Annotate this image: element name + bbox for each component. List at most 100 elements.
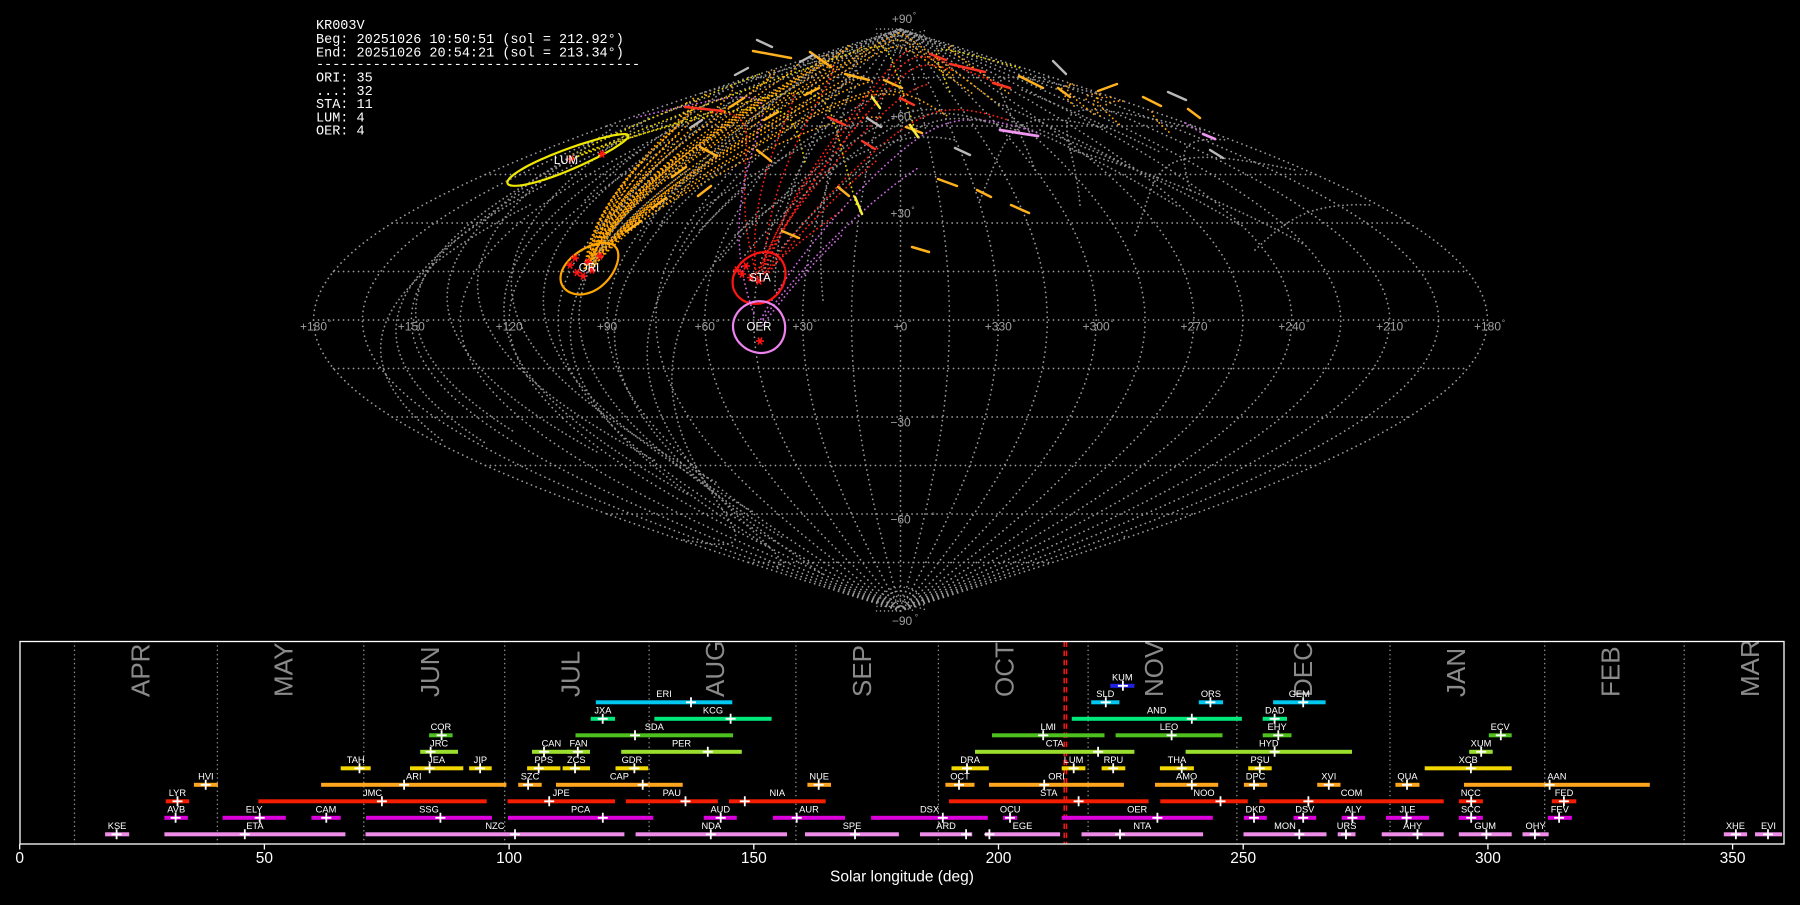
svg-text:MON: MON <box>1274 821 1296 831</box>
svg-text:+180: +180 <box>300 320 327 334</box>
svg-text:OCT: OCT <box>950 772 970 782</box>
svg-text:SSG: SSG <box>419 805 439 815</box>
svg-text:LEO: LEO <box>1160 722 1179 732</box>
svg-text:HYD: HYD <box>1259 739 1279 749</box>
svg-text:−60: −60 <box>890 513 911 527</box>
svg-text:LUM: LUM <box>1064 755 1084 765</box>
svg-text:KUM: KUM <box>1112 673 1133 683</box>
svg-text:EGE: EGE <box>1013 821 1033 831</box>
svg-text:GDR: GDR <box>622 755 643 765</box>
svg-text:COM: COM <box>1341 788 1363 798</box>
svg-text:ARD: ARD <box>936 821 956 831</box>
svg-text:AUD: AUD <box>710 805 730 815</box>
svg-text:JPE: JPE <box>553 788 570 798</box>
svg-text:PCA: PCA <box>571 805 591 815</box>
svg-text:°: ° <box>931 414 934 424</box>
svg-text:ALY: ALY <box>1345 805 1362 815</box>
svg-text:100: 100 <box>496 850 522 867</box>
svg-text:LMI: LMI <box>1040 722 1056 732</box>
svg-text:OCT: OCT <box>989 642 1019 697</box>
svg-text:STA: STA <box>1040 788 1058 798</box>
svg-text:°: ° <box>716 318 719 328</box>
svg-text:+240: +240 <box>1278 320 1305 334</box>
svg-text:+180: +180 <box>1474 320 1501 334</box>
svg-text:°: ° <box>1110 318 1113 328</box>
svg-text:ORI: ORI <box>579 263 599 275</box>
svg-text:250: 250 <box>1230 850 1256 867</box>
svg-text:CAM: CAM <box>316 805 337 815</box>
svg-text:QUA: QUA <box>1397 772 1418 782</box>
svg-text:MAY: MAY <box>268 643 298 697</box>
svg-text:APR: APR <box>126 644 156 697</box>
svg-text:EVI: EVI <box>1761 821 1776 831</box>
svg-text:0: 0 <box>15 850 24 867</box>
svg-text:AVB: AVB <box>167 805 185 815</box>
svg-text:150: 150 <box>741 850 767 867</box>
svg-text:TAH: TAH <box>347 755 365 765</box>
svg-text:JUN: JUN <box>415 646 445 697</box>
svg-text:XCB: XCB <box>1459 755 1478 765</box>
svg-text:MAR: MAR <box>1735 639 1765 697</box>
svg-text:°: ° <box>911 108 914 118</box>
svg-text:+60: +60 <box>890 110 911 124</box>
svg-text:THA: THA <box>1168 755 1187 765</box>
svg-text:JRC: JRC <box>430 739 448 749</box>
svg-text:AND: AND <box>1147 706 1167 716</box>
svg-text:DAD: DAD <box>1265 706 1285 716</box>
svg-text:OER: OER <box>747 322 772 334</box>
svg-text:JUL: JUL <box>556 651 586 697</box>
svg-text:ETA: ETA <box>246 821 264 831</box>
svg-text:°: ° <box>1404 318 1407 328</box>
svg-text:DKD: DKD <box>1245 805 1265 815</box>
svg-text:KR003V: KR003V <box>316 19 366 34</box>
svg-text:NIA: NIA <box>770 788 786 798</box>
svg-text:ARI: ARI <box>406 772 422 782</box>
svg-text:DPC: DPC <box>1246 772 1266 782</box>
svg-text:AAN: AAN <box>1547 772 1566 782</box>
svg-text:DRA: DRA <box>960 755 980 765</box>
svg-text:+300: +300 <box>1083 320 1110 334</box>
svg-text:ERI: ERI <box>656 689 672 699</box>
svg-text:JEA: JEA <box>428 755 446 765</box>
svg-text:+30: +30 <box>793 320 814 334</box>
svg-text:SZC: SZC <box>521 772 540 782</box>
svg-text:DSX: DSX <box>920 805 939 815</box>
svg-text:+120: +120 <box>496 320 523 334</box>
svg-text:OER: 4: OER: 4 <box>316 125 365 140</box>
svg-text:OER: OER <box>1127 805 1147 815</box>
svg-text:SPE: SPE <box>843 821 862 831</box>
svg-text:Solar longitude (deg): Solar longitude (deg) <box>830 869 974 886</box>
svg-text:NUE: NUE <box>809 772 829 782</box>
svg-text:FAN: FAN <box>570 739 588 749</box>
svg-text:SDA: SDA <box>645 722 665 732</box>
svg-text:°: ° <box>1208 318 1211 328</box>
svg-text:NTA: NTA <box>1133 821 1152 831</box>
svg-text:PSU: PSU <box>1250 755 1269 765</box>
svg-text:300: 300 <box>1475 850 1501 867</box>
svg-text:°: ° <box>813 318 816 328</box>
svg-text:°: ° <box>931 511 934 521</box>
svg-text:JIP: JIP <box>474 755 487 765</box>
svg-text:NOO: NOO <box>1193 788 1214 798</box>
svg-text:+60: +60 <box>695 320 716 334</box>
svg-text:OHY: OHY <box>1526 821 1546 831</box>
svg-text:+330: +330 <box>985 320 1012 334</box>
svg-text:HVI: HVI <box>198 772 214 782</box>
svg-text:+270: +270 <box>1180 320 1207 334</box>
svg-text:EHY: EHY <box>1268 722 1287 732</box>
svg-text:FEB: FEB <box>1596 646 1626 697</box>
svg-text:XVI: XVI <box>1321 772 1336 782</box>
svg-text:XUM: XUM <box>1471 739 1492 749</box>
svg-text:+30: +30 <box>890 207 911 221</box>
svg-text:JAN: JAN <box>1441 648 1471 697</box>
svg-text:NOV: NOV <box>1139 640 1169 697</box>
svg-text:+90: +90 <box>892 12 913 26</box>
svg-text:50: 50 <box>256 850 274 867</box>
svg-text:FED: FED <box>1555 788 1574 798</box>
svg-text:AMO: AMO <box>1176 772 1197 782</box>
svg-text:DSV: DSV <box>1295 805 1315 815</box>
svg-text:−30: −30 <box>890 416 911 430</box>
svg-text:200: 200 <box>986 850 1012 867</box>
svg-text:URS: URS <box>1337 821 1357 831</box>
svg-text:+150: +150 <box>398 320 425 334</box>
